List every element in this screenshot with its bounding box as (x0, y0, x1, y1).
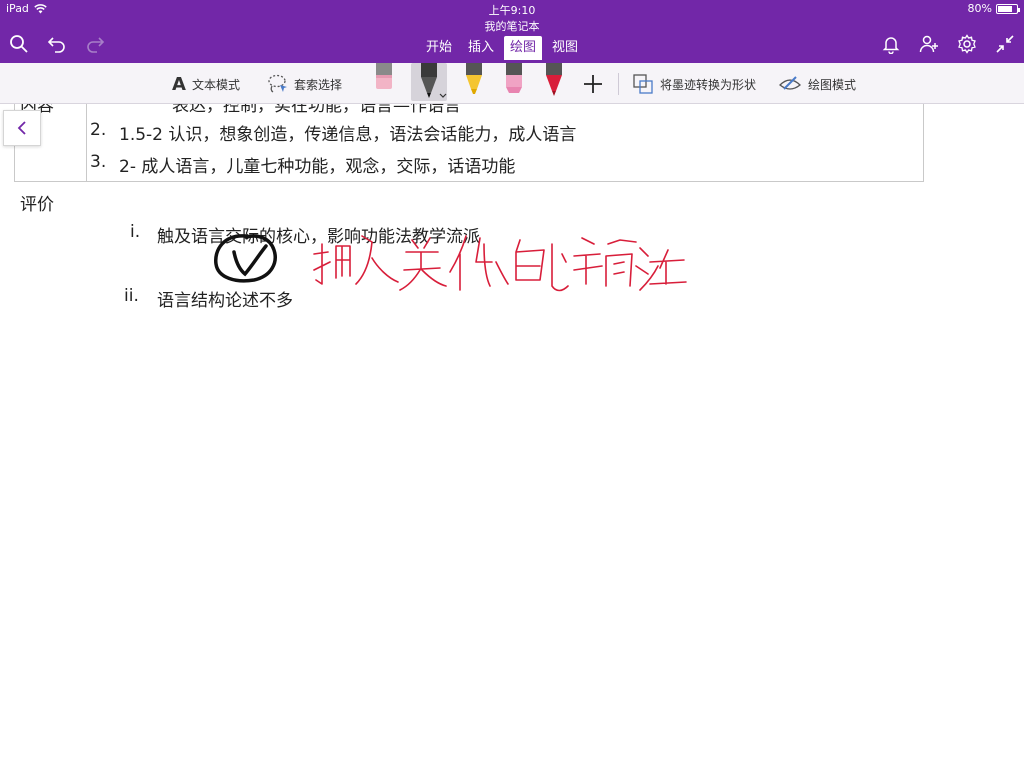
collapse-icon[interactable] (994, 33, 1016, 55)
add-person-icon[interactable] (918, 33, 940, 55)
ink-to-shape-icon (633, 74, 653, 94)
black-pen-tool[interactable] (411, 63, 447, 101)
list-number: 3. (90, 152, 107, 172)
text-mode-icon: A (172, 73, 186, 95)
redo-icon[interactable] (84, 33, 106, 55)
table-row: 2- 成人语言，儿童七种功能，观念，交际，话语功能 (119, 157, 516, 177)
ribbon-divider (618, 73, 619, 95)
status-bar-right: 80% (967, 2, 1020, 15)
battery-percent: 80% (967, 2, 992, 15)
list-item: 触及语言交际的核心，影响功能法教学流派 (157, 227, 480, 247)
text-mode-button[interactable]: A 文本模式 (172, 72, 240, 96)
undo-icon[interactable] (46, 33, 68, 55)
bell-icon[interactable] (880, 33, 902, 55)
notebook-title: 我的笔记本 (484, 20, 540, 33)
plus-icon (584, 75, 602, 93)
lasso-icon (268, 74, 287, 93)
search-icon[interactable] (8, 33, 30, 55)
gear-icon[interactable] (956, 33, 978, 55)
tab-home[interactable]: 开始 (420, 36, 458, 60)
draw-ribbon: A 文本模式 套索选择 将墨迹转换为形状 绘图模式 (0, 63, 1024, 104)
yellow-highlighter-icon (466, 63, 482, 94)
black-pen-icon (421, 63, 437, 98)
tab-view[interactable]: 视图 (546, 36, 584, 60)
list-number: i. (130, 222, 141, 242)
red-pen-tool[interactable] (536, 63, 572, 101)
add-pen-button[interactable] (582, 72, 604, 96)
ink-to-shape-button[interactable]: 将墨迹转换为形状 (632, 72, 756, 96)
back-button[interactable] (3, 110, 41, 146)
draw-mode-label: 绘图模式 (808, 77, 857, 92)
lasso-select-button[interactable]: 套索选择 (266, 72, 342, 96)
clock: 上午9:10 (488, 4, 536, 17)
battery-icon (996, 3, 1020, 14)
red-pen-icon (546, 63, 562, 96)
lasso-select-label: 套索选择 (294, 77, 343, 92)
draw-mode-icon (779, 76, 801, 90)
text-mode-label: 文本模式 (191, 77, 240, 92)
chevron-down-icon (439, 93, 447, 98)
ribbon-tabs: 开始 插入 绘图 视图 (420, 36, 588, 60)
eraser-icon (376, 63, 392, 89)
tab-insert[interactable]: 插入 (462, 36, 500, 60)
draw-mode-button[interactable]: 绘图模式 (778, 72, 856, 96)
ink-to-shape-label: 将墨迹转换为形状 (660, 77, 757, 92)
eraser-tool[interactable] (366, 63, 402, 101)
list-number: ii. (124, 286, 139, 306)
table-row: 1.5-2 认识，想象创造，传递信息，语法会话能力，成人语言 (119, 125, 577, 145)
list-number: 2. (90, 120, 107, 140)
yellow-highlighter-tool[interactable] (456, 63, 492, 101)
list-item: 语言结构论述不多 (157, 291, 293, 311)
app-header: iPad 上午9:10 80% 我的笔记本 开始 插入 绘图 视图 (0, 0, 1024, 63)
tab-draw[interactable]: 绘图 (504, 36, 543, 60)
pink-highlighter-tool[interactable] (496, 63, 532, 101)
pink-highlighter-icon (506, 63, 522, 93)
table-column-divider (86, 104, 87, 182)
chevron-left-icon (17, 121, 26, 135)
section-title: 评价 (20, 195, 54, 215)
